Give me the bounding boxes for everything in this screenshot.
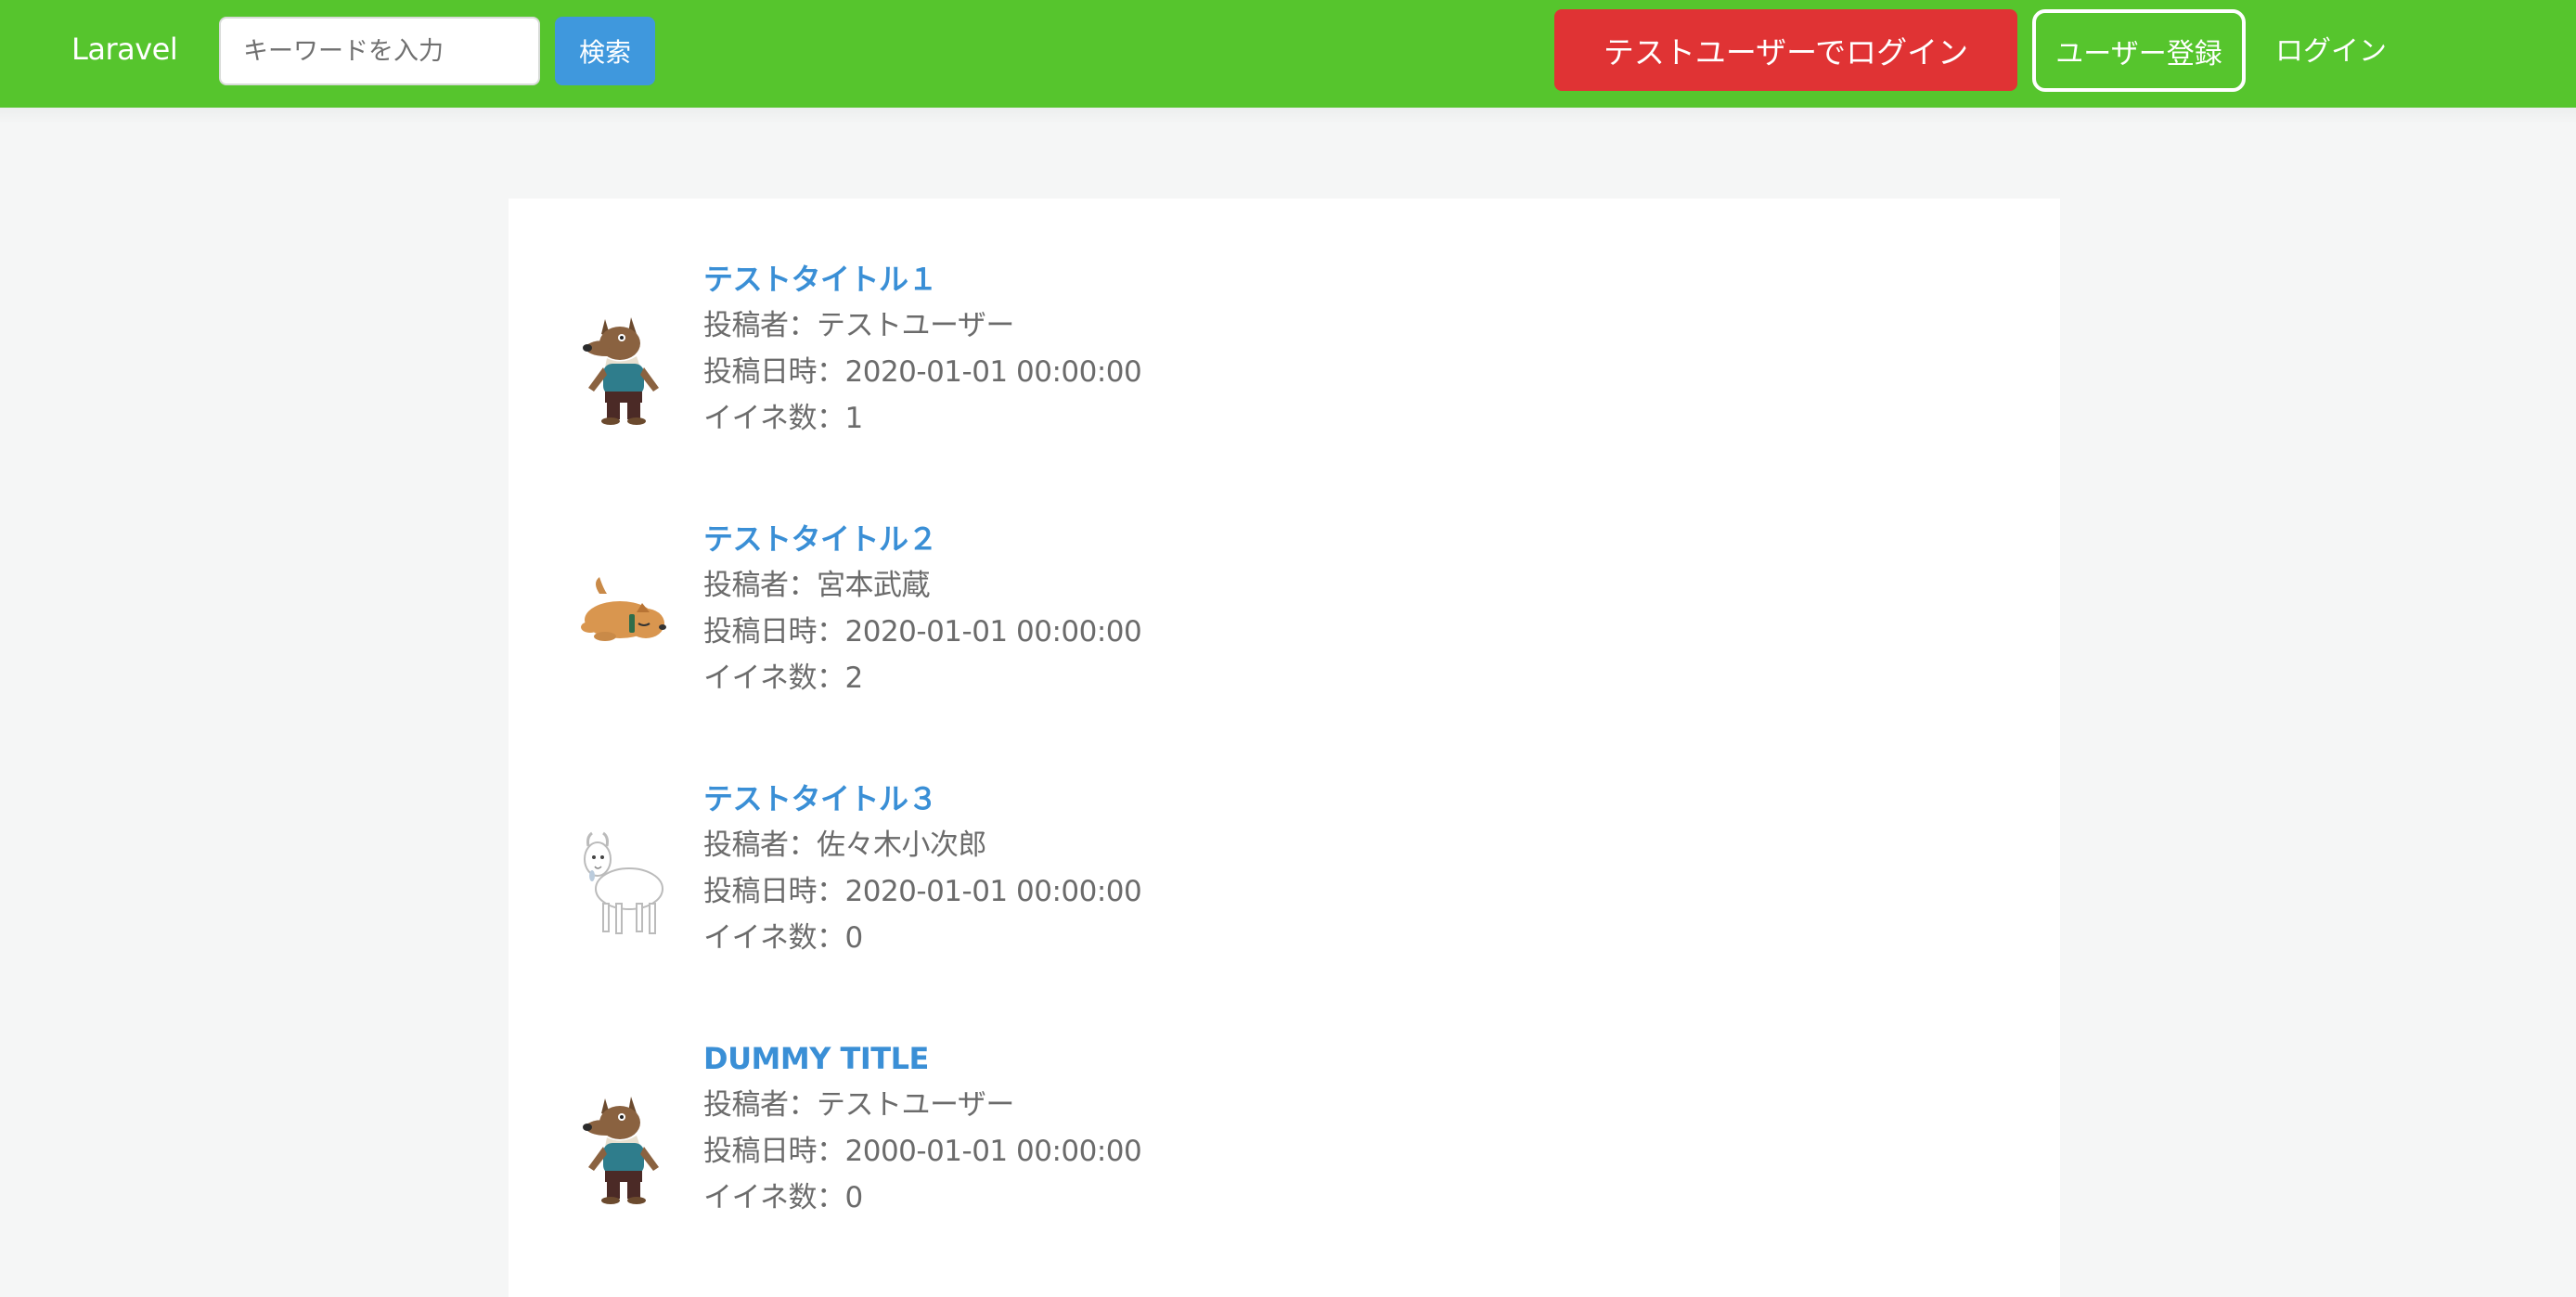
navbar: Laravel 検索 テストユーザーでログイン ユーザー登録 ログイン (0, 0, 2576, 108)
post-title-link[interactable]: テストタイトル２ (703, 516, 1141, 562)
post-author: 投稿者：テストユーザー (703, 309, 1014, 342)
post-body: テストタイトル１ 投稿者：テストユーザー 投稿日時：2020-01-01 00:… (703, 256, 1142, 442)
post-date: 投稿日時：2000-01-01 00:00:00 (703, 1135, 1142, 1168)
post-body: テストタイトル２ 投稿者：宮本武蔵 投稿日時：2020-01-01 00:00:… (703, 516, 1142, 701)
post-item: DUMMY TITLE 投稿者：テストユーザー 投稿日時：2000-01-01 … (509, 1035, 2060, 1249)
post-body: DUMMY TITLE 投稿者：テストユーザー 投稿日時：2000-01-01 … (703, 1035, 1142, 1221)
post-title-link[interactable]: テストタイトル３ (703, 776, 1141, 822)
wolf-icon[interactable] (579, 1089, 668, 1204)
post-item: テストタイトル１ 投稿者：テストユーザー 投稿日時：2020-01-01 00:… (509, 256, 2060, 469)
post-likes: イイネ数：0 (703, 921, 863, 955)
post-item: テストタイトル２ 投稿者：宮本武蔵 投稿日時：2020-01-01 00:00:… (509, 516, 2060, 729)
post-date: 投稿日時：2020-01-01 00:00:00 (703, 615, 1142, 648)
post-author: 投稿者：テストユーザー (703, 1088, 1014, 1122)
login-link[interactable]: ログイン (2275, 28, 2387, 69)
post-likes: イイネ数：2 (703, 661, 863, 695)
search-button[interactable]: 検索 (555, 17, 655, 85)
register-button[interactable]: ユーザー登録 (2032, 9, 2246, 92)
post-author: 投稿者：宮本武蔵 (703, 569, 931, 602)
post-title-link[interactable]: DUMMY TITLE (703, 1035, 1141, 1082)
post-likes: イイネ数：1 (703, 402, 863, 435)
test-user-login-button[interactable]: テストユーザーでログイン (1554, 9, 2017, 91)
wolf-icon[interactable] (579, 310, 668, 425)
post-body: テストタイトル３ 投稿者：佐々木小次郎 投稿日時：2020-01-01 00:0… (703, 776, 1142, 961)
post-author: 投稿者：佐々木小次郎 (703, 828, 987, 862)
post-list: テストタイトル１ 投稿者：テストユーザー 投稿日時：2020-01-01 00:… (509, 199, 2060, 1297)
post-date: 投稿日時：2020-01-01 00:00:00 (703, 355, 1142, 389)
post-date: 投稿日時：2020-01-01 00:00:00 (703, 875, 1142, 908)
search-input[interactable] (219, 17, 540, 85)
navbar-shadow (0, 108, 2576, 124)
post-item: テストタイトル３ 投稿者：佐々木小次郎 投稿日時：2020-01-01 00:0… (509, 776, 2060, 989)
sleeping-dog-icon[interactable] (579, 562, 668, 677)
brand-logo[interactable]: Laravel (71, 32, 178, 67)
post-likes: イイネ数：0 (703, 1181, 863, 1214)
goat-icon[interactable] (579, 829, 668, 944)
post-title-link[interactable]: テストタイトル１ (703, 256, 1141, 302)
